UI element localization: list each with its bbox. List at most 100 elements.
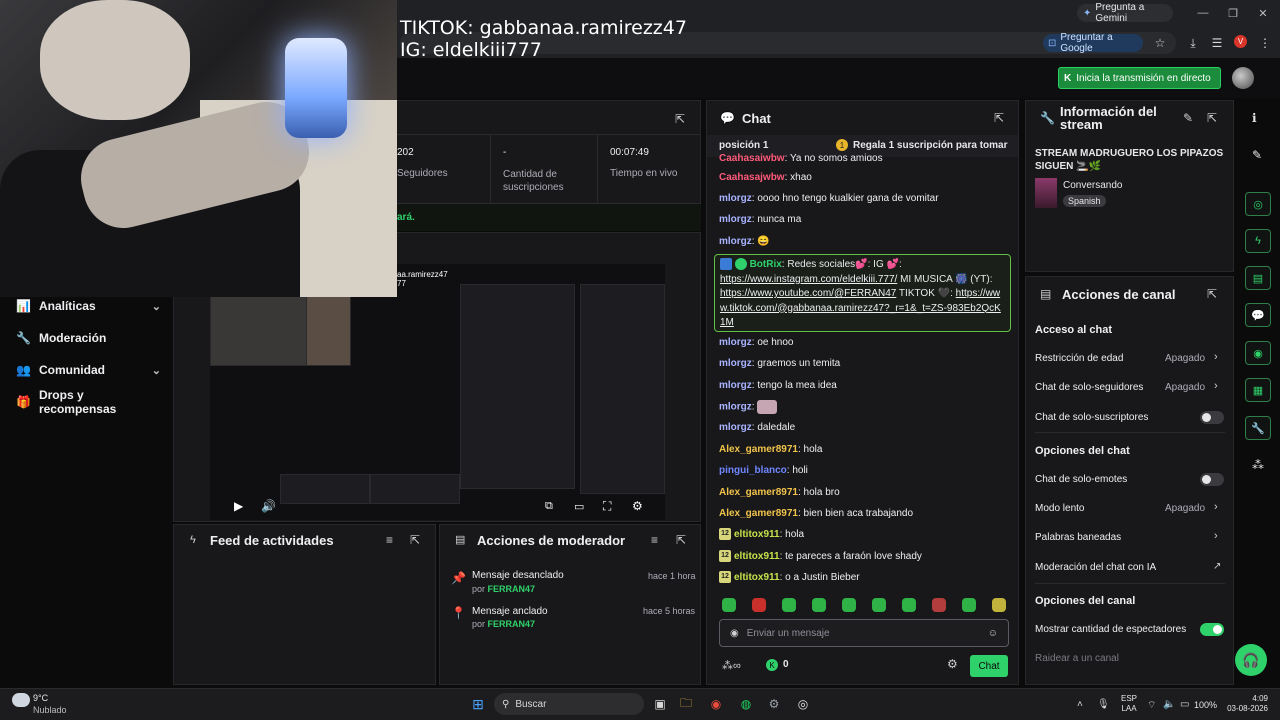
rail-webcam-button[interactable]: ◎ bbox=[1245, 192, 1271, 216]
chat-message-input[interactable]: ◉ Enviar un mensaje ☺ bbox=[719, 619, 1009, 647]
chat-send-button[interactable]: Chat bbox=[970, 655, 1008, 677]
chat-username[interactable]: mlorgz bbox=[719, 402, 752, 413]
chevron-right-icon[interactable]: › bbox=[1214, 351, 1218, 363]
go-live-button[interactable]: K Inicia la transmisión en directo bbox=[1058, 67, 1221, 89]
smiley-icon[interactable]: ☺ bbox=[988, 628, 998, 639]
info-icon[interactable]: ℹ bbox=[1252, 111, 1257, 125]
show-viewers-toggle[interactable] bbox=[1200, 623, 1224, 636]
chat-username[interactable]: Caahasajwbw bbox=[719, 153, 785, 161]
chat-username[interactable]: Alex_gamer8971 bbox=[719, 487, 798, 498]
pip-icon[interactable]: ⧉ bbox=[545, 500, 553, 513]
chat-username[interactable]: mlorgz bbox=[719, 358, 752, 369]
rail-chat-button[interactable]: 💬 bbox=[1245, 303, 1271, 327]
user-avatar[interactable] bbox=[1232, 67, 1254, 89]
pencil-icon[interactable]: ✎ bbox=[1252, 148, 1262, 162]
task-view-icon[interactable]: ▣ bbox=[649, 693, 671, 715]
chat-username[interactable]: Alex_gamer8971 bbox=[719, 444, 798, 455]
age-restriction-label[interactable]: Restricción de edad bbox=[1035, 353, 1123, 364]
chevron-right-icon[interactable]: › bbox=[1214, 380, 1218, 392]
banned-words-label[interactable]: Palabras baneadas bbox=[1035, 532, 1121, 543]
chat-username[interactable]: Alex_gamer8971 bbox=[719, 508, 798, 519]
chat-username[interactable]: eltitox911 bbox=[734, 572, 780, 583]
minimize-icon[interactable]: — bbox=[1190, 4, 1216, 22]
chat-settings-icon[interactable]: ⚙ bbox=[947, 657, 958, 671]
battery-icon[interactable]: ▭ bbox=[1180, 699, 1189, 710]
emote-4[interactable] bbox=[812, 598, 826, 612]
rail-activity-button[interactable]: ϟ bbox=[1245, 229, 1271, 253]
profile-avatar[interactable]: V bbox=[1234, 35, 1247, 48]
sidebar-item-drops[interactable]: 🎁 Drops y recompensas bbox=[16, 388, 161, 416]
chat-username[interactable]: mlorgz bbox=[719, 214, 752, 225]
emotes-only-toggle[interactable] bbox=[1200, 473, 1224, 486]
play-icon[interactable]: ▶ bbox=[234, 499, 243, 513]
mod-action-user[interactable]: FERRAN47 bbox=[488, 584, 536, 594]
chrome-icon[interactable]: ◉ bbox=[705, 693, 727, 715]
chevron-up-icon[interactable]: ˄ bbox=[1077, 699, 1083, 710]
chat-username[interactable]: mlorgz bbox=[719, 422, 752, 433]
start-windows-icon[interactable]: ⊞ bbox=[467, 693, 489, 715]
emote-9[interactable] bbox=[962, 598, 976, 612]
chat-users-icon[interactable]: ⁂∞ bbox=[722, 659, 741, 672]
chat-username[interactable]: eltitox911 bbox=[734, 551, 780, 562]
file-explorer-icon[interactable]: 🗀 bbox=[675, 693, 697, 715]
theater-icon[interactable]: ▭ bbox=[574, 500, 584, 513]
rail-layout-button[interactable]: ▦ bbox=[1245, 378, 1271, 402]
settings-icon[interactable]: ⚙ bbox=[632, 499, 643, 513]
obs-icon[interactable]: ◎ bbox=[792, 693, 814, 715]
chevron-right-icon[interactable]: › bbox=[1214, 501, 1218, 513]
chat-username[interactable]: mlorgz bbox=[719, 380, 752, 391]
sidebar-item-analytics[interactable]: 📊 Analíticas ⌄ bbox=[16, 295, 161, 317]
gemini-button[interactable]: ✦ Pregunta a Gemini bbox=[1077, 2, 1173, 24]
network-icon[interactable]: ⌔ bbox=[1147, 699, 1156, 712]
taskbar-search[interactable]: ⚲ Buscar bbox=[494, 693, 644, 715]
star-icon[interactable]: ☆ bbox=[1150, 34, 1170, 52]
chat-username[interactable]: mlorgz bbox=[719, 337, 752, 348]
kebab-menu-icon[interactable]: ⋮ bbox=[1255, 34, 1275, 52]
chat-username[interactable]: eltitox911 bbox=[734, 529, 780, 540]
chevron-right-icon[interactable]: › bbox=[1214, 530, 1218, 542]
weather-cloud-icon[interactable] bbox=[12, 693, 30, 707]
sidebar-item-community[interactable]: 👥 Comunidad ⌄ bbox=[16, 359, 161, 381]
rail-notes-button[interactable]: ▤ bbox=[1245, 266, 1271, 290]
chat-username[interactable]: mlorgz bbox=[719, 236, 752, 247]
emote-picker-icon[interactable]: ◉ bbox=[730, 628, 739, 639]
fullscreen-icon[interactable]: ⛶ bbox=[603, 499, 611, 514]
emote-7[interactable] bbox=[902, 598, 916, 612]
popout-icon[interactable]: ⇱ bbox=[994, 111, 1004, 125]
rail-tools-button[interactable]: 🔧 bbox=[1245, 416, 1271, 440]
tab-list-icon[interactable]: ☰ bbox=[1207, 34, 1227, 52]
popout-icon[interactable]: ⇱ bbox=[1207, 111, 1217, 125]
microphone-icon[interactable]: 🎙 bbox=[1097, 699, 1110, 710]
raid-channel-label[interactable]: Raidear a un canal bbox=[1035, 653, 1119, 664]
filter-icon[interactable]: ≡ bbox=[651, 533, 658, 547]
emote-3[interactable] bbox=[782, 598, 796, 612]
chat-username[interactable]: pingui_blanco bbox=[719, 465, 787, 476]
edit-icon[interactable]: ✎ bbox=[1183, 111, 1193, 125]
stream-video-preview[interactable]: aa.ramirezz47 77 ▶ 🔊 ⧉ ▭ ⛶ ⚙ bbox=[210, 264, 665, 520]
spotify-icon[interactable]: ◍ bbox=[735, 693, 757, 715]
slow-mode-label[interactable]: Modo lento bbox=[1035, 503, 1084, 514]
support-headset-icon[interactable]: 🎧 bbox=[1235, 644, 1267, 676]
close-icon[interactable]: ✕ bbox=[1250, 4, 1276, 22]
ask-google-chip[interactable]: ⊡ Preguntar a Google bbox=[1043, 32, 1143, 54]
sidebar-item-moderation[interactable]: 🔧 Moderación bbox=[16, 327, 161, 349]
category-name[interactable]: Conversando bbox=[1063, 180, 1122, 191]
emote-10[interactable] bbox=[992, 598, 1006, 612]
youtube-link[interactable]: https://www.youtube.com/@FERRAN47 bbox=[720, 288, 896, 299]
download-icon[interactable]: ⤓ bbox=[1183, 34, 1203, 52]
followers-only-label[interactable]: Chat de solo-seguidores bbox=[1035, 382, 1143, 393]
rail-broadcast-button[interactable]: ◉ bbox=[1245, 341, 1271, 365]
instagram-link[interactable]: https://www.instagram.com/eldelkiii.777/ bbox=[720, 274, 897, 285]
ai-moderation-label[interactable]: Moderación del chat con IA bbox=[1035, 562, 1156, 573]
emote-8[interactable] bbox=[932, 598, 946, 612]
chat-username[interactable]: Caahasajwbw bbox=[719, 172, 785, 183]
restore-icon[interactable]: ❐ bbox=[1220, 4, 1246, 22]
volume-icon[interactable]: 🔊 bbox=[261, 499, 276, 513]
subs-only-toggle[interactable] bbox=[1200, 411, 1224, 424]
chat-username[interactable]: mlorgz bbox=[719, 193, 752, 204]
chat-username[interactable]: BotRix bbox=[750, 259, 782, 270]
emote-5[interactable] bbox=[842, 598, 856, 612]
extensions-icon[interactable]: ⁂ bbox=[1252, 458, 1264, 472]
popout-icon[interactable]: ⇱ bbox=[1207, 287, 1217, 301]
mod-action-user[interactable]: FERRAN47 bbox=[488, 619, 536, 629]
